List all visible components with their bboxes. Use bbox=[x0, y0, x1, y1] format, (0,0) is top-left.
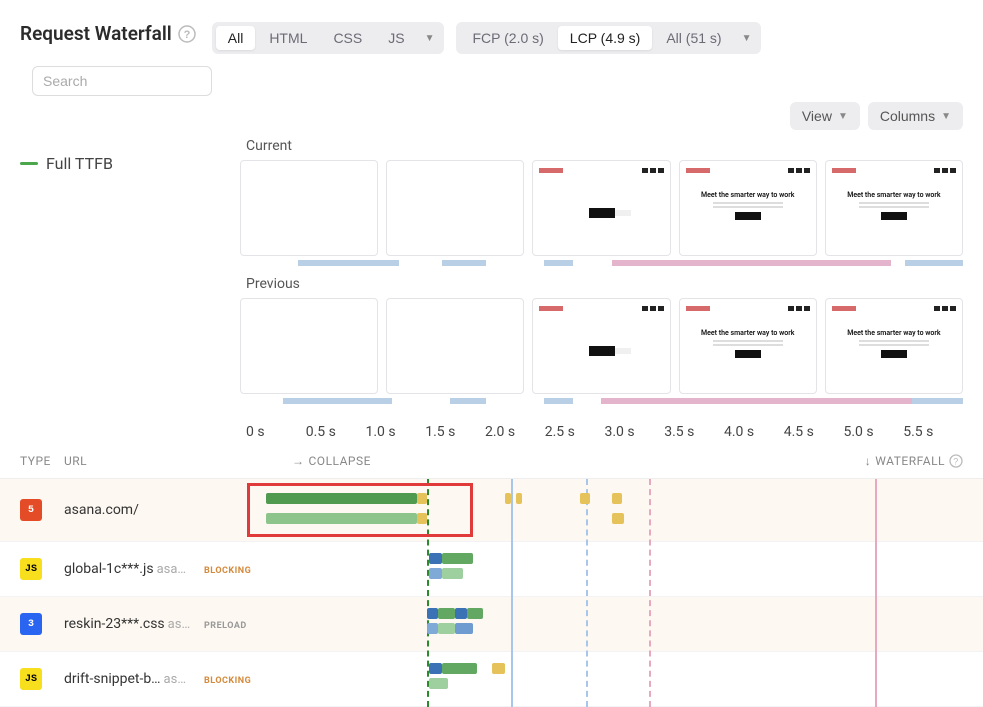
header: Request Waterfall ? All HTML CSS JS ▼ FC… bbox=[0, 0, 983, 106]
chevron-down-icon: ▼ bbox=[838, 111, 848, 122]
help-icon[interactable]: ? bbox=[949, 454, 963, 468]
table-row[interactable]: JSglobal-1c***.jsasa…BLOCKING bbox=[0, 542, 983, 597]
filmstrip-frame[interactable] bbox=[240, 298, 378, 394]
time-tick: 3.5 s bbox=[664, 424, 724, 440]
hero-text: Meet the smarter way to work bbox=[688, 191, 808, 199]
time-axis: 0 s0.5 s1.0 s1.5 s2.0 s2.5 s3.0 s3.5 s4.… bbox=[240, 424, 963, 440]
legend-full-ttfb-label: Full TTFB bbox=[46, 154, 113, 173]
filter-metric-all[interactable]: All (51 s) bbox=[654, 26, 733, 50]
time-tick: 5.0 s bbox=[844, 424, 904, 440]
js-icon: JS bbox=[20, 558, 64, 580]
filmstrip-frame[interactable]: Meet the smarter way to work bbox=[825, 160, 963, 256]
search-wrap bbox=[32, 66, 212, 96]
waterfall-cell bbox=[260, 491, 963, 529]
filmstrip-previous-block: Previous Meet the smarter way to work Me… bbox=[240, 276, 963, 404]
time-tick: 2.5 s bbox=[545, 424, 605, 440]
time-tick: 5.5 s bbox=[903, 424, 963, 440]
filmstrip-previous: Meet the smarter way to work Meet the sm… bbox=[240, 298, 963, 394]
filter-metric-fcp[interactable]: FCP (2.0 s) bbox=[460, 26, 555, 50]
css-icon: 3 bbox=[20, 613, 64, 635]
tag-cell: BLOCKING bbox=[204, 561, 260, 577]
filmstrip-frame[interactable] bbox=[532, 160, 670, 256]
filter-metric-group: FCP (2.0 s) LCP (4.9 s) All (51 s) ▼ bbox=[456, 22, 761, 54]
hero-text: Meet the smarter way to work bbox=[688, 329, 808, 337]
filmstrip-current: Meet the smarter way to work Meet the sm… bbox=[240, 160, 963, 256]
filter-type-more-icon[interactable]: ▼ bbox=[419, 33, 441, 44]
columns-button[interactable]: Columns ▼ bbox=[868, 102, 963, 130]
table-row[interactable]: 3reskin-23***.cssas…PRELOAD bbox=[0, 597, 983, 652]
svg-text:?: ? bbox=[183, 29, 190, 41]
filter-type-html[interactable]: HTML bbox=[257, 26, 319, 50]
table-header: TYPE URL → COLLAPSE ↓ WATERFALL ? bbox=[0, 440, 983, 479]
secondary-actions: View ▼ Columns ▼ bbox=[0, 102, 983, 138]
columns-button-label: Columns bbox=[880, 108, 935, 124]
speedindex-current bbox=[240, 260, 963, 266]
filmstrip-current-label: Current bbox=[240, 138, 963, 154]
filter-type-all[interactable]: All bbox=[216, 26, 256, 50]
hero-text: Meet the smarter way to work bbox=[834, 191, 954, 199]
sidebar: Full TTFB bbox=[0, 138, 240, 440]
time-tick: 1.0 s bbox=[366, 424, 426, 440]
url-cell: asana.com/ bbox=[64, 502, 204, 518]
filmstrip-frame[interactable] bbox=[386, 160, 524, 256]
url-cell: drift-snippet-b…as… bbox=[64, 671, 204, 687]
filter-type-group: All HTML CSS JS ▼ bbox=[212, 22, 445, 54]
time-tick: 1.5 s bbox=[425, 424, 485, 440]
filmstrip-current-block: Current Meet the smarter way to work Mee… bbox=[240, 138, 963, 266]
table-row[interactable]: JSdrift-snippet-b…as…BLOCKING bbox=[0, 652, 983, 707]
legend-full-ttfb: Full TTFB bbox=[20, 154, 240, 173]
filmstrip-frame[interactable] bbox=[240, 160, 378, 256]
page-title: Request Waterfall ? bbox=[20, 22, 196, 45]
filmstrip-previous-label: Previous bbox=[240, 276, 963, 292]
tag-cell: PRELOAD bbox=[204, 616, 260, 632]
time-tick: 0.5 s bbox=[306, 424, 366, 440]
column-url[interactable]: URL bbox=[64, 454, 260, 468]
time-tick: 3.0 s bbox=[605, 424, 665, 440]
url-cell: global-1c***.jsasa… bbox=[64, 561, 204, 577]
column-waterfall-label: WATERFALL bbox=[875, 454, 945, 468]
filter-metric-lcp[interactable]: LCP (4.9 s) bbox=[558, 26, 653, 50]
table-row[interactable]: 5asana.com/ bbox=[0, 479, 983, 542]
column-collapse-label: COLLAPSE bbox=[309, 454, 371, 468]
filmstrip-frame[interactable]: Meet the smarter way to work bbox=[679, 160, 817, 256]
js-icon: JS bbox=[20, 668, 64, 690]
filter-type-css[interactable]: CSS bbox=[321, 26, 374, 50]
arrow-right-icon: → bbox=[292, 454, 305, 468]
highlight-box bbox=[247, 483, 473, 537]
time-tick: 2.0 s bbox=[485, 424, 545, 440]
svg-text:?: ? bbox=[953, 457, 959, 467]
view-button[interactable]: View ▼ bbox=[790, 102, 860, 130]
time-tick: 4.0 s bbox=[724, 424, 784, 440]
help-icon[interactable]: ? bbox=[178, 25, 196, 43]
waterfall-cell bbox=[260, 550, 963, 588]
waterfall-cell bbox=[260, 605, 963, 643]
legend-swatch-icon bbox=[20, 162, 38, 165]
rows-wrap: 5asana.com/JSglobal-1c***.jsasa…BLOCKING… bbox=[0, 479, 983, 707]
filmstrip-frame[interactable]: Meet the smarter way to work bbox=[825, 298, 963, 394]
filmstrip-frame[interactable] bbox=[532, 298, 670, 394]
page-title-text: Request Waterfall bbox=[20, 22, 172, 45]
url-cell: reskin-23***.cssas… bbox=[64, 616, 204, 632]
time-tick: 0 s bbox=[246, 424, 306, 440]
column-collapse[interactable]: → COLLAPSE bbox=[292, 454, 371, 468]
search-input[interactable] bbox=[32, 66, 212, 96]
column-type[interactable]: TYPE bbox=[20, 454, 64, 468]
filter-type-js[interactable]: JS bbox=[376, 26, 416, 50]
filter-metric-more-icon[interactable]: ▼ bbox=[736, 33, 758, 44]
chevron-down-icon: ▼ bbox=[941, 111, 951, 122]
filmstrip-frame[interactable] bbox=[386, 298, 524, 394]
main: Full TTFB Current Meet the smarter way t… bbox=[0, 138, 983, 440]
column-waterfall[interactable]: ↓ WATERFALL ? bbox=[865, 454, 963, 468]
time-tick: 4.5 s bbox=[784, 424, 844, 440]
hero-text: Meet the smarter way to work bbox=[834, 329, 954, 337]
view-button-label: View bbox=[802, 108, 832, 124]
html-icon: 5 bbox=[20, 499, 64, 521]
filmstrip-frame[interactable]: Meet the smarter way to work bbox=[679, 298, 817, 394]
speedindex-previous bbox=[240, 398, 963, 404]
waterfall-cell bbox=[260, 660, 963, 698]
content: Current Meet the smarter way to work Mee… bbox=[240, 138, 983, 440]
arrow-down-icon: ↓ bbox=[865, 454, 872, 468]
rows: 5asana.com/JSglobal-1c***.jsasa…BLOCKING… bbox=[0, 479, 983, 707]
tag-cell: BLOCKING bbox=[204, 671, 260, 687]
